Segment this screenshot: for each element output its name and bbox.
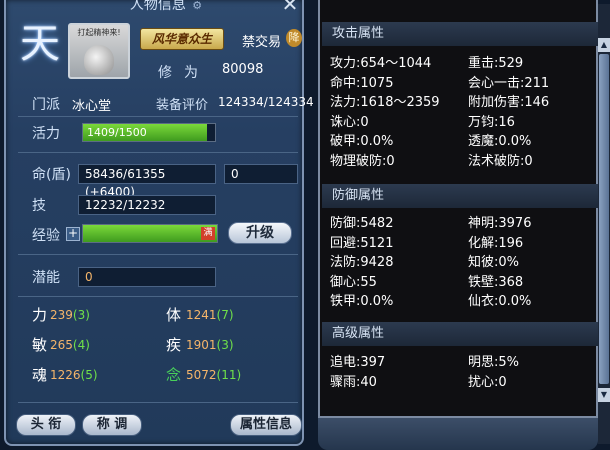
exp-bar: 满: [82, 224, 218, 243]
defense-attribute-item: 御心:55: [330, 274, 377, 290]
life-label: 命(盾): [32, 167, 71, 183]
advanced-section-header: 高级属性: [322, 322, 598, 346]
life-extra-value: 0: [224, 164, 298, 184]
attack-attribute-item: 法术破防:0: [468, 153, 533, 169]
attributes-button[interactable]: 属性信息: [230, 414, 302, 436]
potential-value: 0: [78, 267, 216, 287]
character-info-panel: 人物信息 ⚙ ✕ 天 打起精神来! 风华意众生 禁交易 降 修为 80098 门…: [4, 0, 314, 446]
panel-footer: [318, 418, 598, 450]
upgrade-button[interactable]: 升级: [228, 222, 292, 244]
advanced-attribute-item: 追电:397: [330, 355, 386, 370]
advanced-attribute-item: 扰心:0: [468, 374, 507, 390]
stat-agility-value: 265(4): [50, 338, 90, 352]
attack-attribute-item: 万钧:16: [468, 114, 515, 130]
game-logo: 天: [20, 21, 60, 67]
gear-score-label: 装备评价: [156, 98, 209, 113]
life-value: 58436/61355 (+6400): [78, 164, 216, 199]
stat-speed-value: 1901(3): [186, 338, 234, 352]
close-icon[interactable]: ✕: [280, 0, 300, 14]
title-badge[interactable]: 风华意众生: [140, 28, 224, 50]
attack-attribute-item: 破甲:0.0%: [330, 134, 394, 149]
defense-attribute-item: 法防:9428: [330, 255, 394, 270]
attack-section-header: 攻击属性: [322, 22, 598, 46]
stat-soul-value: 1226(5): [50, 368, 98, 382]
attack-attribute-item: 攻力:654～1044: [330, 56, 432, 71]
attack-attribute-item: 物理破防:0: [330, 153, 395, 169]
stat-strength-value: 239(3): [50, 308, 90, 322]
sect-label: 门派: [32, 97, 60, 113]
scroll-up-icon[interactable]: ▲: [598, 38, 610, 52]
divider: [18, 116, 298, 117]
advanced-attribute-item: 骤雨:40: [330, 374, 377, 390]
scroll-down-icon[interactable]: ▼: [598, 388, 610, 402]
defense-attribute-item: 回避:5121: [330, 235, 394, 251]
stat-body-label: 体: [166, 306, 182, 324]
attack-attribute-item: 重击:529: [468, 56, 524, 71]
exp-plus-button[interactable]: +: [66, 227, 80, 241]
divider: [18, 402, 298, 403]
attack-attribute-item: 法力:1618～2359: [330, 95, 440, 110]
avatar-caption: 打起精神来!: [77, 28, 121, 37]
avatar-pet-icon: [84, 45, 114, 75]
attack-attribute-item: 透魔:0.0%: [468, 134, 532, 149]
stat-strength-label: 力: [32, 306, 48, 324]
settings-icon[interactable]: ⚙: [192, 0, 202, 12]
stat-soul-label: 魂: [32, 366, 48, 384]
defense-section-header: 防御属性: [322, 184, 598, 208]
stat-mind-value: 5072(11): [186, 368, 242, 382]
trade-lock-label: 禁交易: [242, 35, 282, 50]
defense-attribute-item: 知彼:0%: [468, 255, 520, 270]
defense-attribute-item: 仙衣:0.0%: [468, 294, 532, 309]
exp-bar-fill: [83, 225, 217, 242]
defense-attribute-item: 防御:5482: [330, 216, 394, 231]
avatar[interactable]: 打起精神来!: [68, 23, 130, 79]
attack-attribute-item: 附加伤害:146: [468, 95, 550, 110]
cultivation-value: 80098: [222, 62, 264, 77]
vitality-bar: 1409/1500: [82, 123, 216, 142]
attributes-panel: 攻击属性 攻力:654～1044 重击:529 命中:1075 会心一击:211 法力:…: [318, 0, 598, 418]
skill-value: 12232/12232: [78, 195, 216, 215]
attack-attribute-item: 会心一击:211: [468, 75, 550, 91]
advanced-attribute-item: 明思:5%: [468, 355, 520, 370]
honor-button[interactable]: 称 调: [82, 414, 142, 436]
exp-label: 经验: [32, 228, 60, 244]
lock-icon[interactable]: 降: [286, 29, 302, 47]
defense-attribute-item: 铁壁:368: [468, 274, 524, 290]
defense-attribute-item: 化解:196: [468, 235, 524, 251]
window-title: 人物信息 ⚙: [96, 0, 236, 13]
window-title-text: 人物信息: [129, 0, 186, 13]
divider: [18, 254, 298, 255]
divider: [18, 296, 298, 297]
attack-attribute-item: 命中:1075: [330, 75, 394, 91]
exp-full-tag: 满: [201, 227, 215, 240]
sect-value: 冰心堂: [72, 99, 112, 114]
stat-speed-label: 疾: [166, 336, 182, 354]
title-button[interactable]: 头 衔: [16, 414, 76, 436]
cultivation-label: 修为: [158, 65, 210, 81]
stat-body-value: 1241(7): [186, 308, 234, 322]
vitality-value: 1409/1500: [87, 126, 147, 139]
skill-label: 技: [32, 198, 46, 214]
scrollbar[interactable]: ▲ ▼: [598, 4, 610, 444]
divider: [18, 152, 298, 153]
defense-attribute-item: 神明:3976: [468, 216, 532, 231]
stat-agility-label: 敏: [32, 336, 48, 354]
vitality-label: 活力: [32, 126, 60, 142]
defense-attribute-item: 铁甲:0.0%: [330, 294, 394, 309]
scroll-thumb[interactable]: [599, 54, 609, 384]
attack-attribute-item: 诛心:0: [330, 114, 369, 130]
potential-label: 潜能: [32, 270, 60, 286]
stat-mind-label: 念: [166, 366, 182, 384]
gear-score-value: 124334/124334: [218, 95, 314, 109]
